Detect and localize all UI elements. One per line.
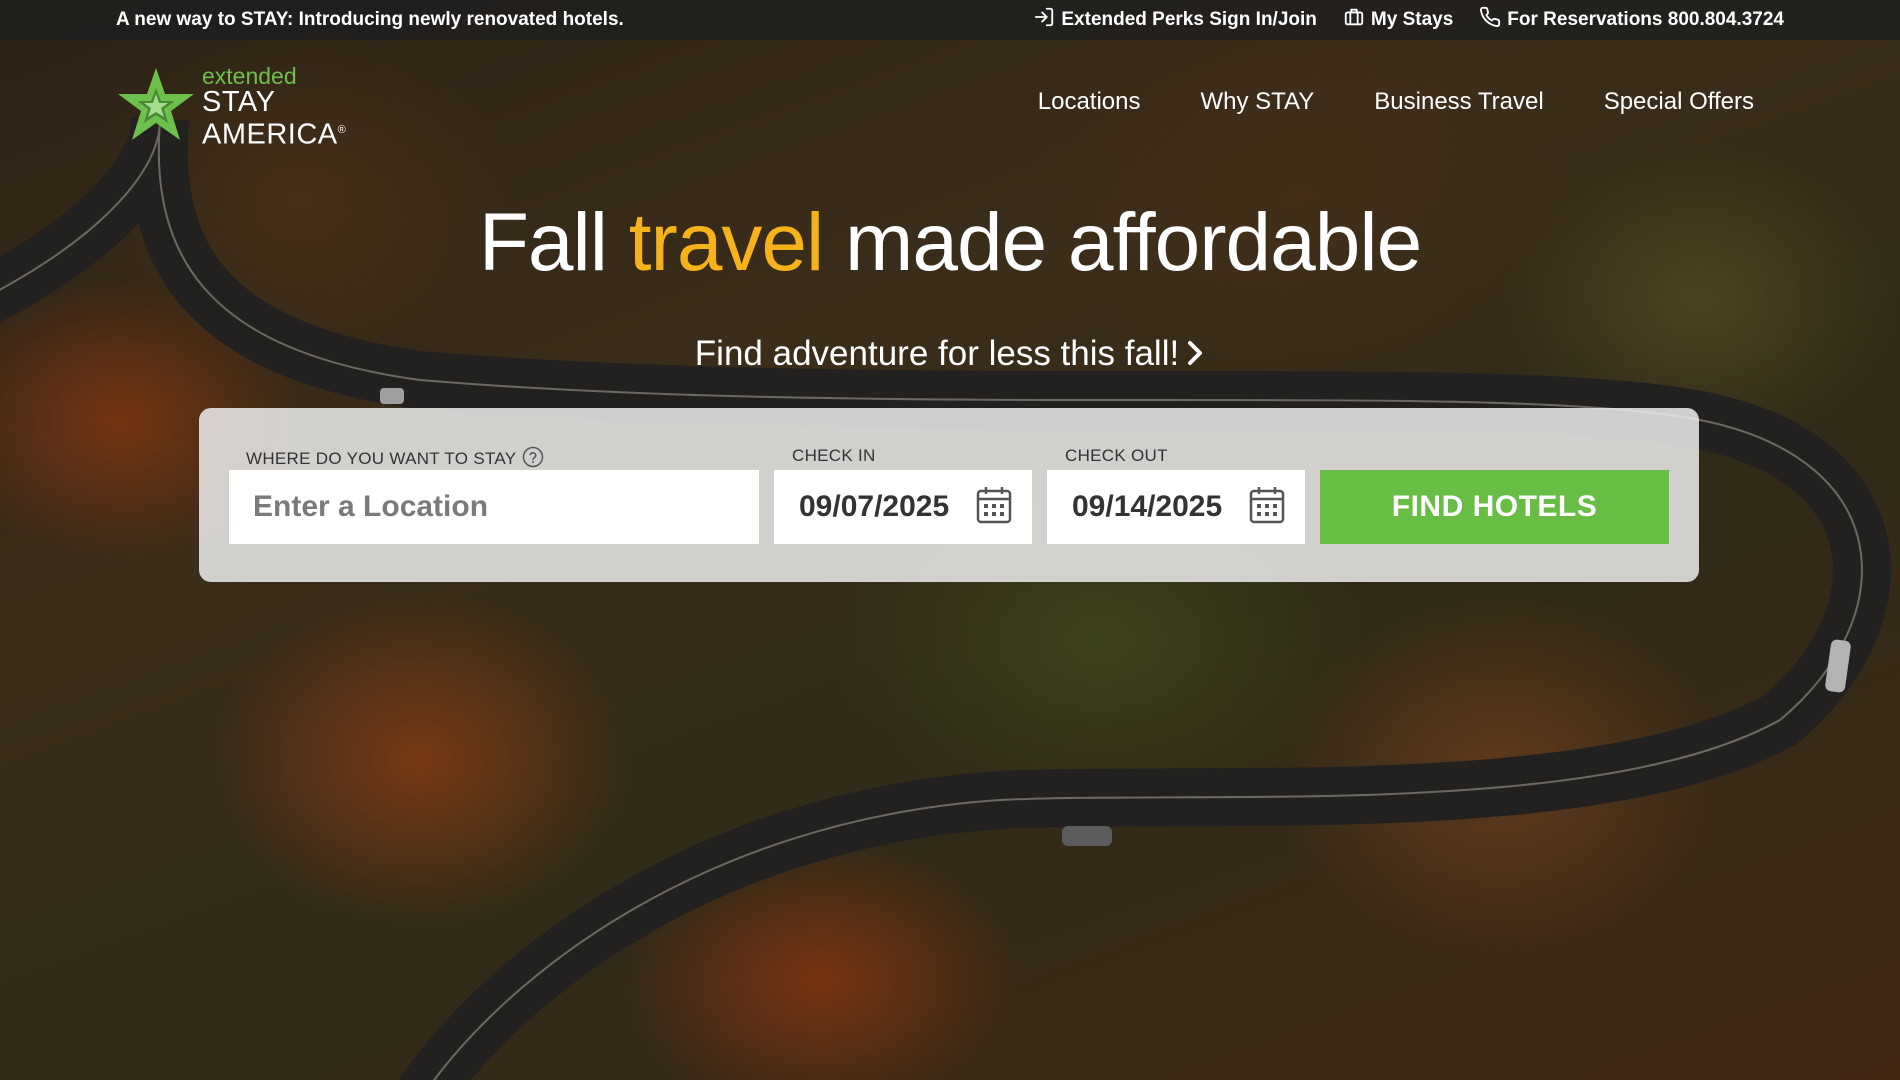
checkin-date-field[interactable]: 09/07/2025 [774,470,1032,544]
question-circle-icon[interactable] [522,446,544,468]
utility-bar: A new way to STAY: Introducing newly ren… [0,0,1900,40]
calendar-icon[interactable] [1249,485,1285,530]
reservations-phone-link[interactable]: For Reservations 800.804.3724 [1479,6,1784,34]
find-hotels-button[interactable]: FIND HOTELS [1320,470,1669,544]
hero-headline: Fall travel made affordable [0,196,1900,290]
chevron-right-icon [1185,336,1205,365]
checkin-label: CHECK IN [792,446,876,465]
headline-part-1: Fall [478,197,629,288]
brand-line-3: AMERICA® [202,116,346,149]
sign-in-label: Extended Perks Sign In/Join [1061,9,1317,30]
calendar-icon[interactable] [976,485,1012,530]
hero-subhead-link[interactable]: Find adventure for less this fall! [0,334,1900,374]
headline-part-2: made affordable [823,197,1422,288]
main-nav: Locations Why STAY Business Travel Speci… [1038,88,1754,116]
my-stays-label: My Stays [1370,9,1454,30]
registered-mark: ® [337,124,347,136]
location-input[interactable] [229,470,759,544]
booking-search-panel: WHERE DO YOU WANT TO STAY CHECK IN 09/07… [199,408,1699,582]
reservations-label: For Reservations 800.804.3724 [1507,9,1784,30]
utility-links: Extended Perks Sign In/Join My Stays For… [1033,6,1784,34]
checkin-date-value: 09/07/2025 [799,490,950,523]
brand-logo[interactable]: extended STAY AMERICA® [114,64,364,149]
checkout-date-value: 09/14/2025 [1072,490,1223,523]
sign-in-icon [1033,6,1055,34]
checkout-label: CHECK OUT [1065,446,1168,465]
checkout-date-field[interactable]: 09/14/2025 [1047,470,1305,544]
announcement-link[interactable]: A new way to STAY: Introducing newly ren… [116,9,624,31]
location-label-text: WHERE DO YOU WANT TO STAY [246,449,517,468]
brand-line-1: extended [202,63,297,89]
brand-line-3-text: AMERICA [202,118,338,151]
phone-icon [1479,6,1501,34]
subhead-text: Find adventure for less this fall! [694,334,1180,373]
headline-accent: travel [628,197,825,288]
nav-item-locations[interactable]: Locations [1038,88,1141,116]
nav-item-why-stay[interactable]: Why STAY [1201,88,1315,116]
suitcase-icon [1343,6,1365,34]
brand-wordmark: extended STAY AMERICA® [202,64,346,149]
nav-item-special-offers[interactable]: Special Offers [1604,88,1754,116]
nav-item-business-travel[interactable]: Business Travel [1374,88,1543,116]
location-label: WHERE DO YOU WANT TO STAY [246,446,544,469]
my-stays-link[interactable]: My Stays [1343,6,1453,34]
brand-line-2: STAY [202,86,276,118]
sign-in-link[interactable]: Extended Perks Sign In/Join [1033,6,1317,34]
